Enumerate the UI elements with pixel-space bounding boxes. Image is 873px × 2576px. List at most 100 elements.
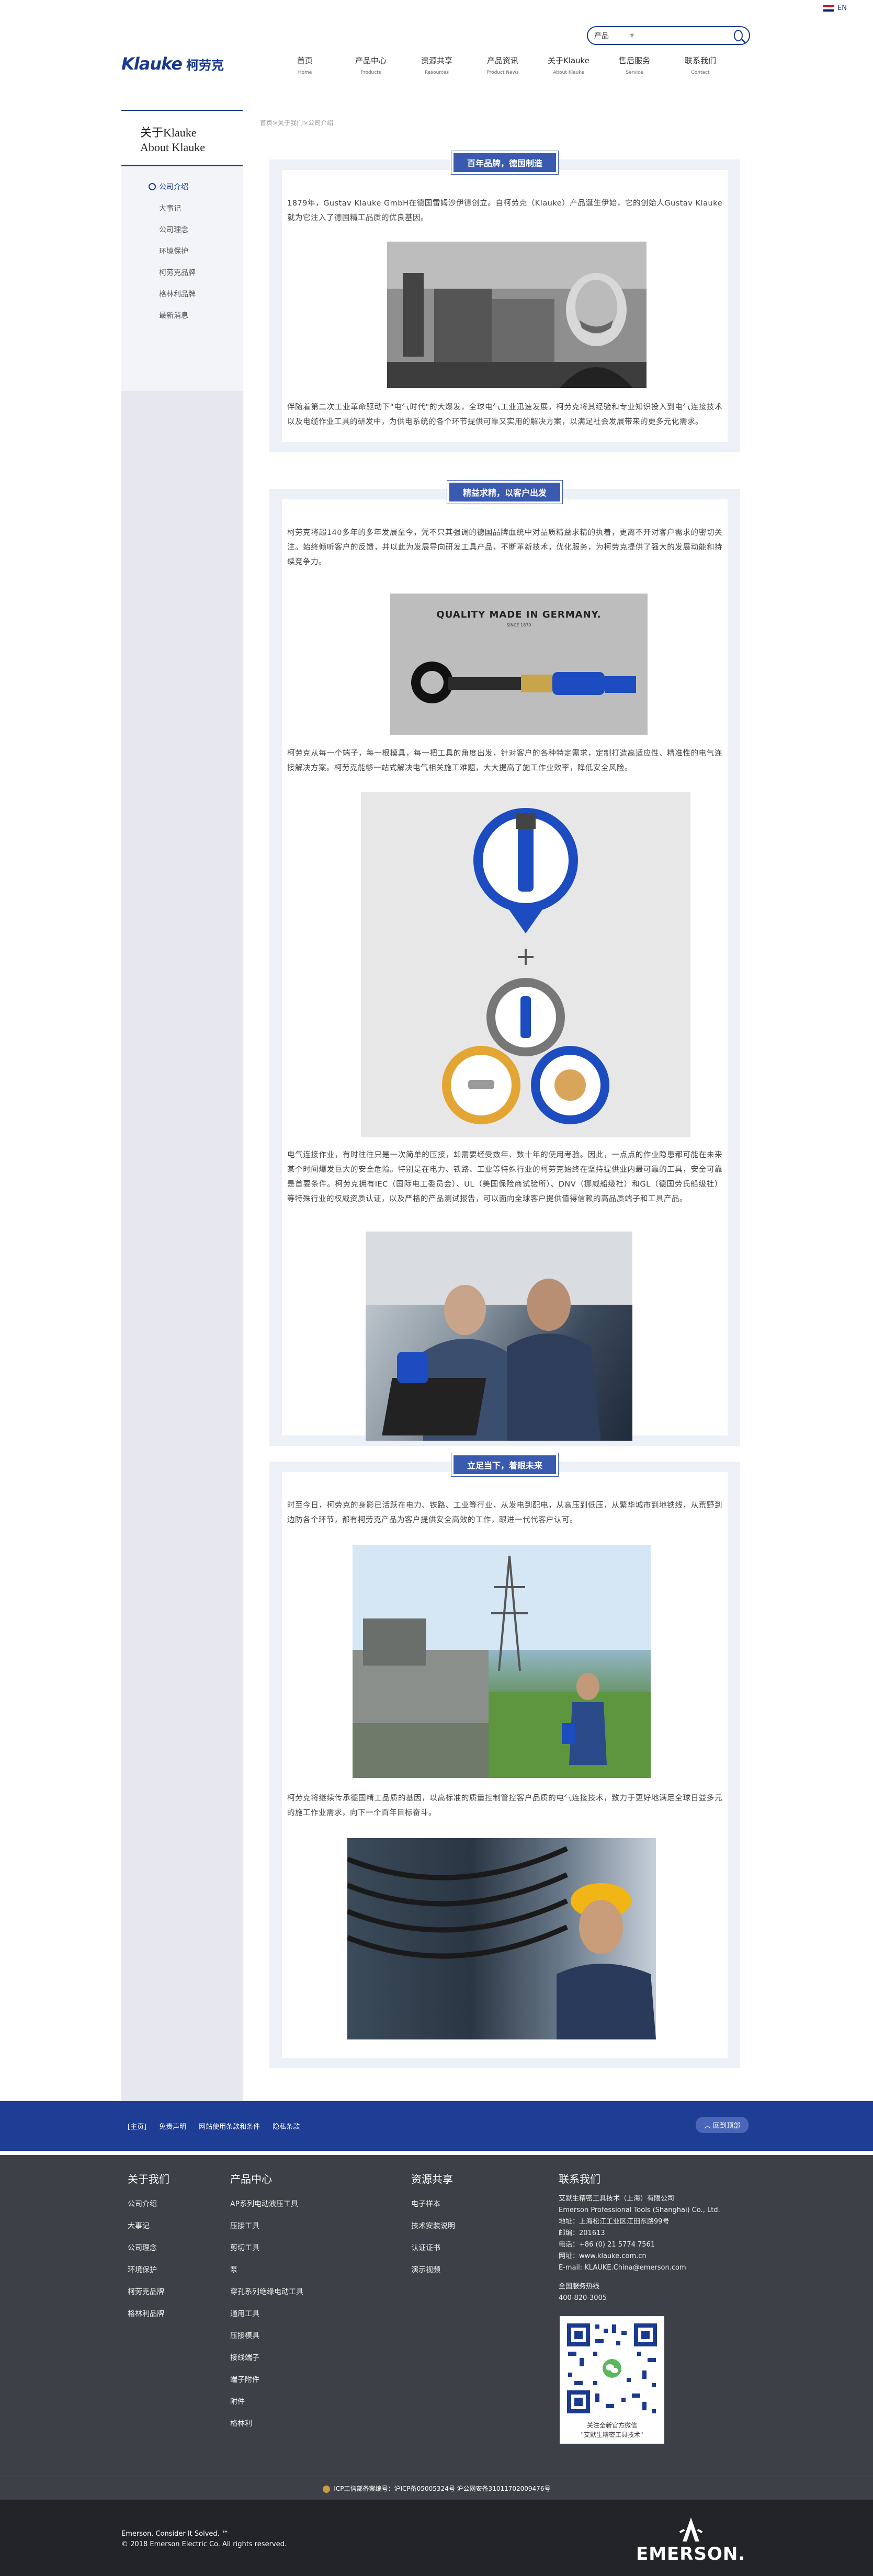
contact-hotline-label: 全国服务热线 [559,2283,600,2290]
emerson-mark-icon [679,2517,702,2541]
copyright-line: Emerson. Consider It Solved. ™ [121,2530,229,2538]
section-paragraph: 伴随着第二次工业革命驱动下"电气时代"的大爆发，全球电气工业迅速发展，柯劳克将其… [287,403,722,426]
nav-product-news[interactable]: 产品资讯 Product News [470,55,536,75]
founder-factory-illustration [387,242,647,388]
footer-link[interactable]: 接线端子 [230,2347,309,2369]
nav-label: 关于Klauke [547,56,590,65]
footer-link-home[interactable]: [主页] [128,2121,146,2131]
search-scope-value: 产品 [594,32,609,40]
section-paragraph: 1879年，Gustav Klauke GmbH在德国雷姆沙伊德创立。自柯劳克（… [287,199,722,222]
footer-col-title: 联系我们 [559,2173,600,2185]
section-paragraph: 柯劳克将超140多年的多年发展至今，凭不只其强调的德国品牌血统中对品质精益求精的… [287,529,722,566]
language-switch[interactable]: EN [823,4,847,12]
footer-link[interactable]: 格林利品牌 [128,2303,190,2325]
header: Klauke 柯劳克 首页 Home 产品中心 Products 资源共享 Resou… [0,50,873,86]
footer-col-title: 关于我们 [128,2173,169,2185]
svg-text:+: + [515,942,536,971]
qr-caption: 关注全新官方微信 "艾默生精密工具技术" [581,2422,643,2438]
footer-link[interactable]: 穿孔系列绝缘电动工具 [230,2281,309,2303]
footer-link[interactable]: 剪切工具 [230,2237,309,2259]
logo[interactable]: Klauke 柯劳克 [121,54,224,74]
section-content: 柯劳克将超140多年的多年发展至今，凭不只其强调的德国品牌血统中对品质精益求精的… [282,499,728,1441]
footer-link[interactable]: 公司理念 [128,2237,190,2259]
nav-resources[interactable]: 资源共享 Resources [404,55,470,75]
sidebar-item-environment[interactable]: 环境保护 [121,240,243,261]
nav-label: 产品中心 [355,56,387,65]
footer-link[interactable]: 附件 [230,2391,309,2413]
footer-link[interactable]: 压接模具 [230,2325,309,2347]
footer-link[interactable]: 端子附件 [230,2369,309,2391]
main-nav: 首页 Home 产品中心 Products 资源共享 Resources 产品资讯 Pr… [272,55,733,75]
footer-col-title: 产品中心 [230,2173,272,2185]
section-title: 立足当下，着眼未来 [453,1455,557,1474]
footer-link[interactable]: 环境保护 [128,2259,190,2281]
substation-illustration [353,1545,651,1778]
sidebar-title-en: About Klauke [140,141,206,154]
footer-link-terms[interactable]: 网站使用条款和条件 [199,2121,260,2131]
founder-factory-photo [387,242,647,388]
footer-link[interactable]: 技术安装说明 [411,2215,474,2237]
nav-label: 资源共享 [421,56,452,65]
sidebar-item-company-intro[interactable]: 公司介绍 [121,176,243,197]
contact-website[interactable]: 网址：www.klauke.com.cn [559,2251,736,2262]
nav-label: 联系我们 [684,56,716,65]
section-content: 1879年，Gustav Klauke GmbH在德国雷姆沙伊德创立。自柯劳克（… [282,170,728,442]
top-bar: EN 产品 ▼ [0,0,873,47]
footer-link[interactable]: 大事记 [128,2215,190,2237]
footer-link[interactable]: 公司介绍 [128,2193,190,2215]
sidebar-item-milestones[interactable]: 大事记 [121,197,243,219]
emerson-logo[interactable]: EMERSON. [636,2514,745,2564]
nav-contact[interactable]: 联系我们 Contact [667,55,733,75]
search-icon[interactable] [734,30,743,41]
sidebar-item-philosophy[interactable]: 公司理念 [121,219,243,240]
logo-brand: Klauke [121,54,183,74]
nav-label: 售后服务 [618,56,650,65]
footer-link-disclaimer[interactable]: 免责声明 [159,2121,186,2131]
footer-bar: [主页] 免责声明 网站使用条款和条件 隐私条款 ︿ 回到顶部 [0,2101,873,2151]
nav-home[interactable]: 首页 Home [272,55,338,75]
footer-link[interactable]: 通用工具 [230,2303,309,2325]
copyright-line: © 2018 Emerson Electric Co. All rights r… [121,2540,287,2548]
footer-link-privacy[interactable]: 隐私条款 [273,2121,300,2131]
footer-link[interactable]: 电子样本 [411,2193,474,2215]
nav-service[interactable]: 售后服务 Service [602,55,667,75]
cable-cutter-illustration [411,662,636,703]
contact-spacer [559,2274,736,2281]
footer-link[interactable]: 泵 [230,2259,309,2281]
section-paragraph: 时至今日，柯劳克的身影已活跃在电力、铁路、工业等行业，从发电到配电，从高压到低压… [287,1501,722,1524]
section-paragraph: 柯劳克从每一个端子，每一根模具，每一把工具的角度出发，针对客户的各种特定需求，定… [287,749,722,772]
icp-text[interactable]: ICP工信部备案编号：沪ICP备05005324号 沪公网安备310117020… [334,2485,550,2492]
footer-link[interactable]: 格林利 [230,2413,309,2435]
footer-link[interactable]: 认证证书 [411,2237,474,2259]
nav-sublabel: Home [298,70,312,75]
search-scope-select[interactable]: 产品 ▼ [594,30,639,41]
nav-products[interactable]: 产品中心 Products [338,55,404,75]
footer-link[interactable]: 压接工具 [230,2215,309,2237]
sidebar-item-news[interactable]: 最新消息 [121,304,243,326]
sidebar: 关于Klauke About Klauke 公司介绍 大事记 公司理念 环境保护… [121,110,243,2102]
section-paragraph: 电气连接作业，有时往往只是一次简单的压接，却需要经受数年、数十年的使用考验。因此… [287,1151,722,1203]
nav-sublabel: Product News [486,70,519,75]
worker-helmet-photo [347,1838,656,2039]
footer-link[interactable]: 柯劳克品牌 [128,2281,190,2303]
nav-about[interactable]: 关于Klauke About Klauke [536,55,602,75]
sidebar-title-cn: 关于Klauke [140,126,197,139]
contact-email[interactable]: E-mail: KLAUKE.China@emerson.com [559,2262,736,2274]
sidebar-title: 关于Klauke About Klauke [121,110,243,166]
sidebar-item-greenlee-brand[interactable]: 格林利品牌 [121,283,243,304]
footer-link[interactable]: AP系列电动液压工具 [230,2193,309,2215]
footer-col-contact: 联系我们 艾默生精密工具技术（上海）有限公司 Emerson Professio… [559,2171,736,2304]
chevron-down-icon: ▼ [630,32,634,39]
contact-address: 地址：上海松江工业区江田东路99号 [559,2218,670,2226]
footer-link[interactable]: 演示视频 [411,2259,474,2281]
nav-sublabel: About Klauke [553,70,584,75]
back-to-top-button[interactable]: ︿ 回到顶部 [696,2117,749,2133]
quality-tool-photo: QUALITY MADE IN GERMANY. SINCE 1879 [390,594,648,735]
footer-col-resources: 资源共享 电子样本 技术安装说明 认证证书 演示视频 [411,2171,474,2281]
sidebar-item-klauke-brand[interactable]: 柯劳克品牌 [121,261,243,283]
section-paragraph: 柯劳克将继续传承德国精工品质的基因，以高标准的质量控制管控客户品质的电气连接技术… [287,1794,722,1817]
workers-illustration [366,1232,632,1441]
footer-col-title: 资源共享 [411,2173,453,2185]
search-input[interactable] [639,31,734,40]
section-content: 时至今日，柯劳克的身影已活跃在电力、铁路、工业等行业，从发电到配电，从高压到低压… [282,1472,728,2058]
